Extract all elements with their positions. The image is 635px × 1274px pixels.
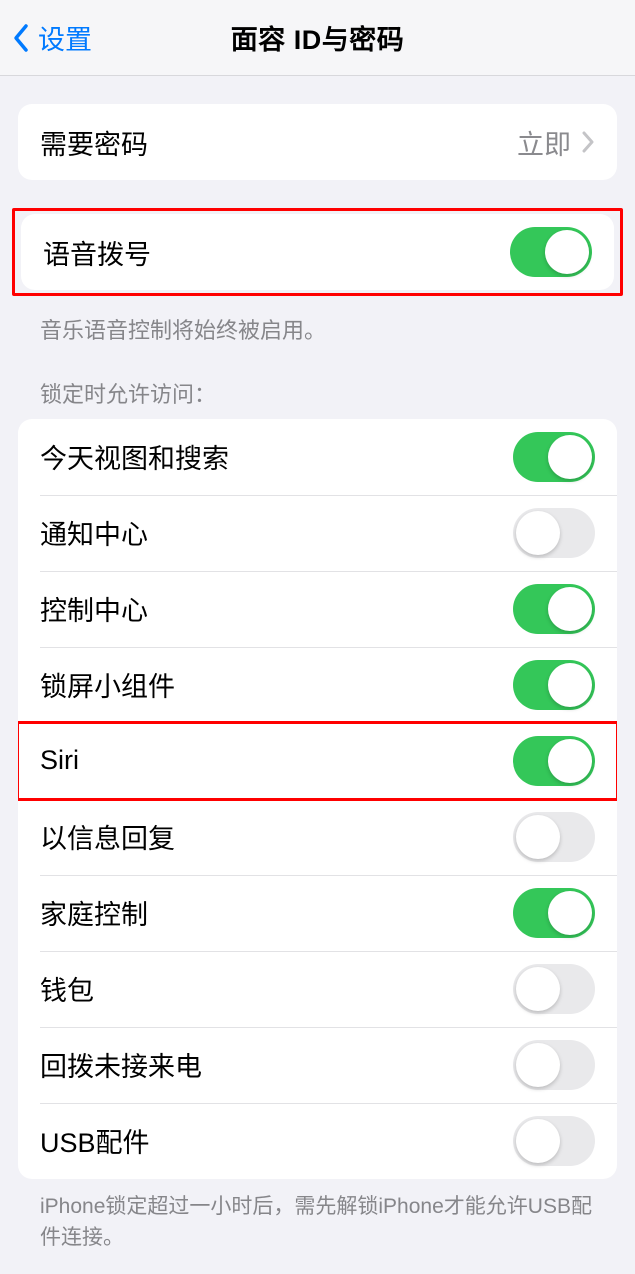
lock-access-toggle[interactable] xyxy=(513,432,595,482)
lock-access-label: 以信息回复 xyxy=(40,817,175,856)
lock-access-label: Siri xyxy=(40,745,79,776)
lock-access-row: 回拨未接来电 xyxy=(18,1027,617,1103)
voice-dial-toggle[interactable] xyxy=(510,227,592,277)
lock-access-toggle[interactable] xyxy=(513,1040,595,1090)
lock-access-footer: iPhone锁定超过一小时后，需先解锁iPhone才能允许USB配件连接。 xyxy=(18,1179,617,1274)
lock-access-toggle[interactable] xyxy=(513,1116,595,1166)
require-passcode-label: 需要密码 xyxy=(40,123,148,162)
lock-access-toggle[interactable] xyxy=(513,888,595,938)
require-passcode-value: 立即 xyxy=(517,123,571,162)
lock-access-label: 今天视图和搜索 xyxy=(40,437,229,476)
lock-access-label: USB配件 xyxy=(40,1121,150,1160)
voice-dial-highlight: 语音拨号 xyxy=(12,208,623,296)
voice-dial-row: 语音拨号 xyxy=(21,214,614,290)
lock-access-label: 通知中心 xyxy=(40,513,148,552)
back-button[interactable]: 设置 xyxy=(12,18,92,57)
lock-access-toggle[interactable] xyxy=(513,660,595,710)
require-passcode-row[interactable]: 需要密码 立即 xyxy=(18,104,617,180)
lock-access-row: 控制中心 xyxy=(18,571,617,647)
lock-access-group: 锁定时允许访问： 今天视图和搜索通知中心控制中心锁屏小组件 Siri 以信息回复家庭… xyxy=(18,377,617,1179)
lock-access-label: 锁屏小组件 xyxy=(40,665,175,704)
page-title: 面容 ID与密码 xyxy=(231,18,405,57)
lock-access-row: 锁屏小组件 xyxy=(18,647,617,723)
lock-access-toggle[interactable] xyxy=(513,964,595,1014)
lock-access-row: 今天视图和搜索 xyxy=(18,419,617,495)
chevron-right-icon xyxy=(581,131,595,153)
lock-access-row: 通知中心 xyxy=(18,495,617,571)
chevron-left-icon xyxy=(12,22,32,54)
lock-access-toggle[interactable] xyxy=(513,736,595,786)
voice-dial-label: 语音拨号 xyxy=(43,233,151,272)
navigation-bar: 设置 面容 ID与密码 xyxy=(0,0,635,76)
lock-access-toggle[interactable] xyxy=(513,584,595,634)
passcode-group: 需要密码 立即 xyxy=(18,104,617,180)
lock-access-row: 家庭控制 xyxy=(18,875,617,951)
voice-dial-footer: 音乐语音控制将始终被启用。 xyxy=(18,306,617,347)
lock-access-label: 回拨未接来电 xyxy=(40,1045,202,1084)
lock-access-label: 家庭控制 xyxy=(40,893,148,932)
lock-access-row: USB配件 xyxy=(18,1103,617,1179)
back-label: 设置 xyxy=(38,18,92,57)
lock-access-row: 以信息回复 xyxy=(18,799,617,875)
lock-access-toggle[interactable] xyxy=(513,812,595,862)
lock-access-row: 钱包 xyxy=(18,951,617,1027)
lock-access-row: Siri xyxy=(18,723,617,799)
lock-access-label: 控制中心 xyxy=(40,589,148,628)
lock-access-toggle[interactable] xyxy=(513,508,595,558)
lock-access-label: 钱包 xyxy=(40,969,94,1008)
lock-access-header: 锁定时允许访问： xyxy=(18,377,617,419)
